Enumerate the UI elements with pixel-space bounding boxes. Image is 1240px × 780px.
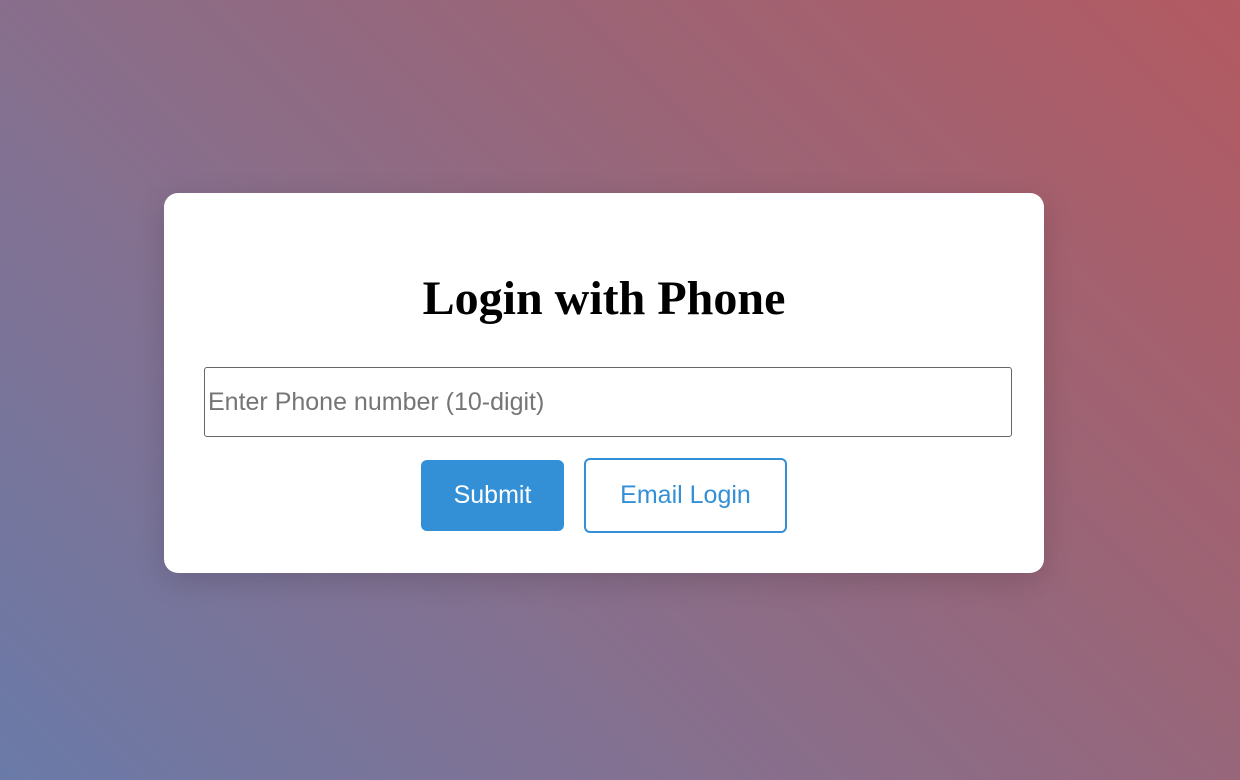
phone-number-input[interactable] [204,367,1012,437]
button-row: Submit Email Login [164,458,1044,533]
submit-button[interactable]: Submit [421,460,564,531]
page-title: Login with Phone [422,272,786,325]
email-login-button[interactable]: Email Login [584,458,787,533]
login-card: Login with Phone Submit Email Login [164,193,1044,573]
